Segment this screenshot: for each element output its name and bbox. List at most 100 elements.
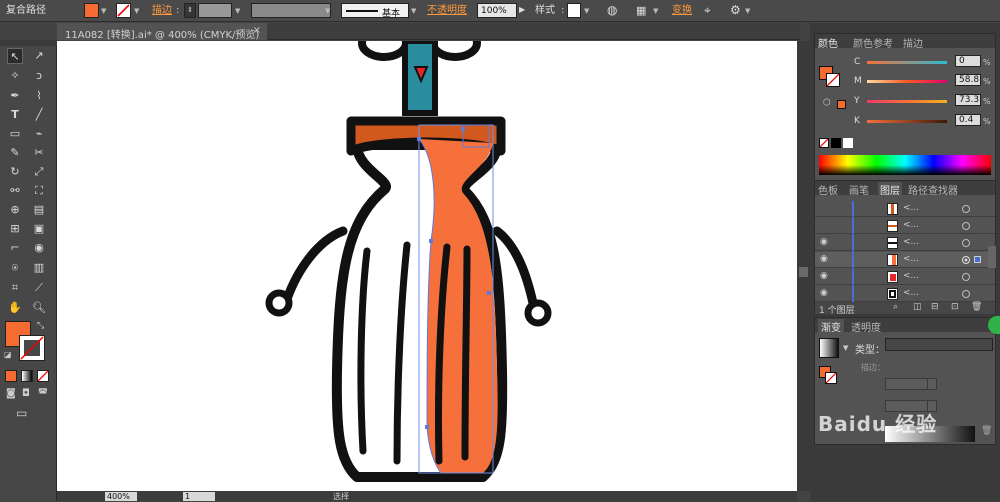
black-swatch[interactable] xyxy=(831,138,841,148)
collapse-panel-icon[interactable] xyxy=(988,316,1000,334)
shape-builder-tool-icon[interactable]: ⊕ xyxy=(7,202,23,218)
y-value-field[interactable]: 73.3 xyxy=(955,94,981,106)
free-transform-tool-icon[interactable]: ⛶ xyxy=(31,183,47,199)
zoom-field[interactable]: 400% xyxy=(105,492,137,501)
tab-color-guide[interactable]: 颜色参考 xyxy=(853,35,893,50)
layers-scroll-thumb[interactable] xyxy=(988,246,996,268)
m-value-field[interactable]: 58.8 xyxy=(955,74,981,86)
selection-indicator[interactable] xyxy=(974,256,981,263)
tab-pathfinder[interactable]: 路径查找器 xyxy=(908,182,958,197)
target-icon[interactable] xyxy=(962,222,970,230)
transform-label[interactable]: 变换 xyxy=(672,6,692,16)
magic-wand-tool-icon[interactable]: ✧ xyxy=(7,68,23,84)
layer-name[interactable]: <... xyxy=(903,203,919,213)
layer-row-selected[interactable]: ◉ <... xyxy=(815,252,995,268)
trash-icon[interactable]: 🗑︎ xyxy=(981,426,992,436)
brush-definition[interactable]: 基本 xyxy=(341,3,409,19)
gradient-mode-button[interactable] xyxy=(21,370,33,382)
tab-swatches[interactable]: 色板 xyxy=(818,182,838,197)
none-mode-button[interactable] xyxy=(37,370,49,382)
layer-row[interactable]: <... xyxy=(815,218,995,234)
artboard[interactable] xyxy=(57,41,797,491)
gradient-stroke-swatch[interactable] xyxy=(825,372,837,384)
scissors-tool-icon[interactable]: ✂ xyxy=(31,145,47,161)
isolate-icon[interactable]: ⌖ xyxy=(704,3,711,18)
vertical-scrollbar[interactable] xyxy=(797,41,810,491)
draw-normal-icon[interactable]: ◙ xyxy=(6,388,16,399)
pen-tool-icon[interactable]: ✒ xyxy=(7,88,23,104)
tab-color[interactable]: 颜色 xyxy=(818,35,838,50)
m-slider[interactable] xyxy=(867,80,947,83)
selection-tool-icon[interactable]: ↖ xyxy=(7,48,23,64)
layer-name[interactable]: <... xyxy=(903,220,919,230)
close-icon[interactable]: × xyxy=(253,25,261,36)
direct-selection-tool-icon[interactable]: ↗ xyxy=(31,48,47,64)
layer-name[interactable]: <... xyxy=(903,254,919,264)
blend-tool-icon[interactable]: ◉ xyxy=(31,240,47,256)
opacity-label[interactable]: 不透明度 xyxy=(427,6,467,16)
chevron-right-icon[interactable]: ▶ xyxy=(519,5,525,14)
artboard-number-field[interactable]: 1 xyxy=(183,492,215,501)
default-colors-icon[interactable]: ◪ xyxy=(4,350,12,359)
k-value-field[interactable]: 0.4 xyxy=(955,114,981,126)
eye-icon[interactable]: ◉ xyxy=(820,237,828,247)
in-gamut-swatch[interactable] xyxy=(837,100,846,109)
chevron-down-icon[interactable]: ▼ xyxy=(235,7,240,15)
tab-gradient[interactable]: 渐变 xyxy=(818,319,844,334)
paintbrush-tool-icon[interactable]: ⌁ xyxy=(31,126,47,142)
clipping-mask-icon[interactable]: ◫ xyxy=(913,302,922,312)
mesh-tool-icon[interactable]: ⊞ xyxy=(7,221,23,237)
gradient-type-dropdown[interactable] xyxy=(885,338,993,351)
chevron-down-icon[interactable]: ▼ xyxy=(843,344,848,352)
rectangle-tool-icon[interactable]: ▭ xyxy=(7,126,23,142)
target-icon[interactable] xyxy=(962,239,970,247)
column-graph-tool-icon[interactable]: ▥ xyxy=(31,260,47,276)
recolor-artwork-icon[interactable]: ◍ xyxy=(607,3,617,17)
target-icon[interactable] xyxy=(962,290,970,298)
fill-swatch[interactable] xyxy=(84,3,99,18)
stroke-weight-spinner[interactable]: ⇕ xyxy=(184,3,196,18)
line-tool-icon[interactable]: ╱ xyxy=(31,107,47,123)
tab-brushes[interactable]: 画笔 xyxy=(849,182,869,197)
eyedropper-tool-icon[interactable]: ⌐ xyxy=(7,240,23,256)
artboard-tool-icon[interactable]: ⌗ xyxy=(7,280,23,296)
color-mode-button[interactable] xyxy=(5,370,17,382)
layer-row[interactable]: ◉ <... xyxy=(815,269,995,285)
chevron-down-icon[interactable]: ▼ xyxy=(134,7,139,15)
rotate-tool-icon[interactable]: ↻ xyxy=(7,164,23,180)
document-tab[interactable]: 11A082 [转换].ai* @ 400% (CMYK/预览) × xyxy=(57,23,267,41)
screen-mode-icon[interactable]: ▭ xyxy=(16,406,27,420)
draw-behind-icon[interactable]: ◘ xyxy=(22,388,30,399)
tab-transparency[interactable]: 透明度 xyxy=(851,319,881,334)
symbol-sprayer-tool-icon[interactable]: ⍟ xyxy=(7,260,23,276)
zoom-tool-icon[interactable]: 🔍︎ xyxy=(31,300,47,316)
new-layer-icon[interactable]: ⊡ xyxy=(951,302,959,312)
gradient-angle-dropdown[interactable] xyxy=(927,378,937,390)
variable-width-profile[interactable] xyxy=(251,3,331,18)
chevron-down-icon[interactable]: ▼ xyxy=(745,7,750,15)
pencil-tool-icon[interactable]: ✎ xyxy=(7,145,23,161)
y-slider[interactable] xyxy=(867,100,947,103)
c-value-field[interactable]: 0 xyxy=(955,55,981,67)
hand-tool-icon[interactable]: ✋ xyxy=(7,300,23,316)
target-icon[interactable] xyxy=(962,205,970,213)
width-tool-icon[interactable]: ⚯ xyxy=(7,183,23,199)
layer-name[interactable]: <... xyxy=(903,237,919,247)
color-stroke-swatch[interactable] xyxy=(826,73,840,87)
target-icon[interactable] xyxy=(962,273,970,281)
layer-row[interactable]: ◉ <... xyxy=(815,286,995,302)
layer-name[interactable]: <... xyxy=(903,288,919,298)
chevron-down-icon[interactable]: ▼ xyxy=(584,7,589,15)
layer-name[interactable]: <... xyxy=(903,271,919,281)
perspective-grid-tool-icon[interactable]: ▤ xyxy=(31,202,47,218)
gradient-tool-icon[interactable]: ▣ xyxy=(31,221,47,237)
stroke-label[interactable]: 描边 xyxy=(152,6,172,16)
eye-icon[interactable]: ◉ xyxy=(820,254,828,264)
select-similar-icon[interactable]: ⚙ xyxy=(730,3,741,17)
white-swatch[interactable] xyxy=(843,138,853,148)
stroke-color-swatch[interactable] xyxy=(19,335,45,361)
tab-stroke[interactable]: 描边 xyxy=(903,35,923,50)
lasso-tool-icon[interactable]: ↄ xyxy=(31,68,47,84)
layer-row[interactable]: ◉ <... xyxy=(815,235,995,251)
locate-object-icon[interactable]: ⌕ xyxy=(893,302,898,312)
